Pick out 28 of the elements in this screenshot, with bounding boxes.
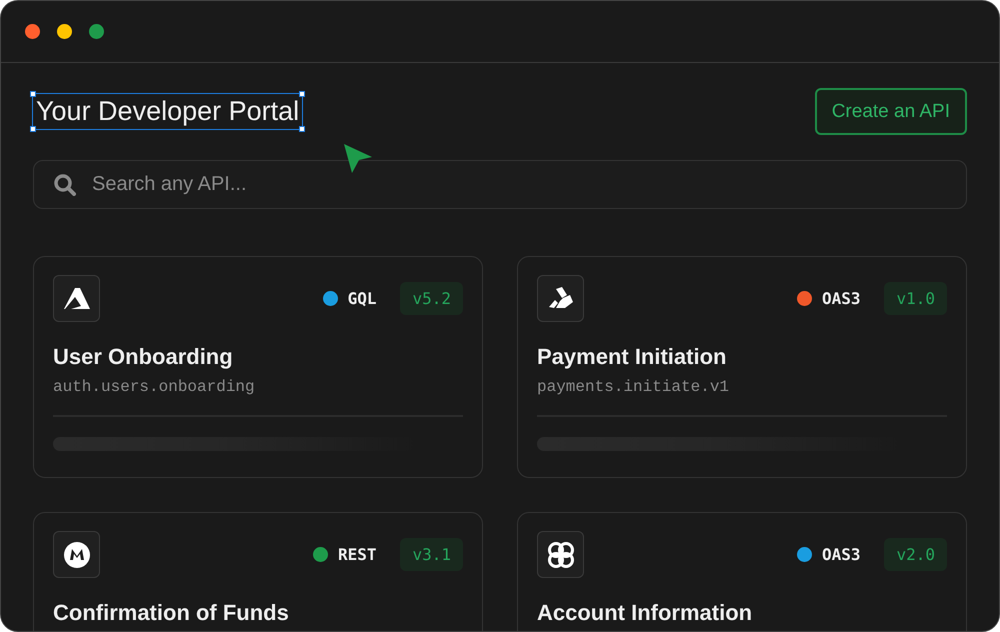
triangle-logo-icon	[62, 286, 90, 310]
spec-label: OAS3	[822, 289, 860, 308]
knot-icon	[546, 540, 574, 568]
api-title[interactable]: User Onboarding	[53, 344, 463, 370]
api-title[interactable]: Account Information	[537, 600, 947, 626]
spec-label: REST	[338, 545, 376, 564]
version-badge: v1.0	[884, 282, 947, 315]
api-path: payments.initiate.v1	[537, 378, 730, 396]
spec-label: GQL	[348, 289, 376, 308]
api-card[interactable]: OAS3 v1.0 Payment Initiation payments.initiate.v1	[517, 256, 967, 478]
api-card[interactable]: GQL v5.2 User Onboarding auth.users.onboarding	[33, 256, 483, 478]
api-path: auth.users.onboarding	[53, 378, 256, 396]
version-badge: v2.0	[884, 538, 947, 571]
api-title[interactable]: Confirmation of Funds	[53, 600, 463, 626]
search-field[interactable]: Search any API...	[33, 160, 967, 209]
window-control-button[interactable]	[89, 24, 104, 39]
version-badge: v5.2	[400, 282, 463, 315]
version-badge: v3.1	[400, 538, 463, 571]
search-icon	[53, 173, 76, 196]
api-title[interactable]: Payment Initiation	[537, 344, 947, 370]
window-control-button[interactable]	[57, 24, 72, 39]
api-card[interactable]: OAS3 v2.0 Account Information	[517, 512, 967, 631]
page-title: Your Developer Portal	[33, 94, 302, 129]
window-control-button[interactable]	[25, 24, 40, 39]
spec-label: OAS3	[822, 545, 860, 564]
m-logo-icon	[62, 540, 90, 568]
api-card[interactable]: REST v3.1 Confirmation of Funds	[33, 512, 483, 631]
create-api-button[interactable]: Create an API	[814, 88, 967, 135]
